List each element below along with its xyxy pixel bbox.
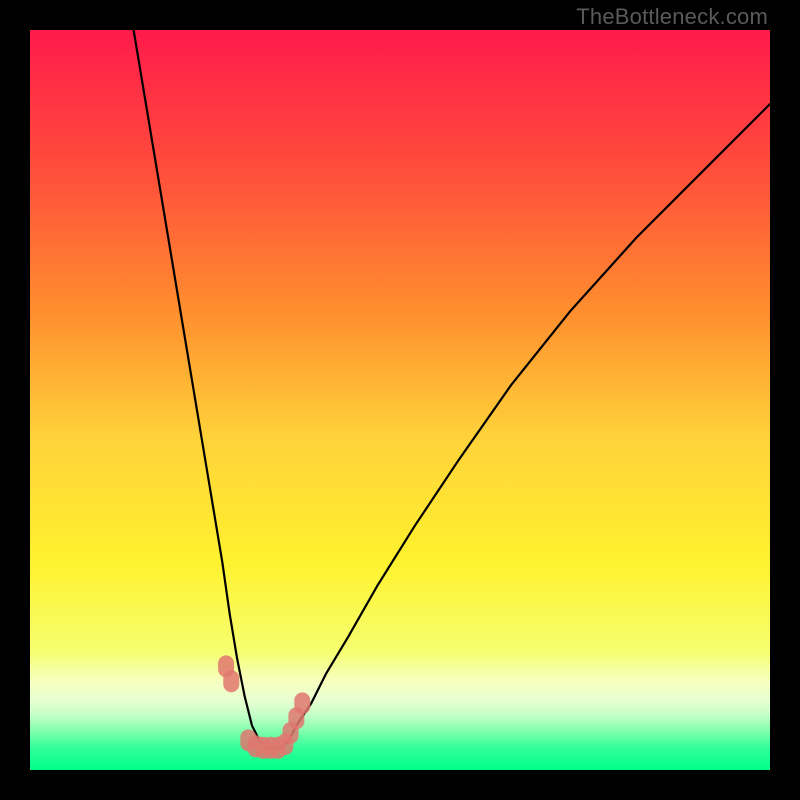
highlight-markers: [218, 655, 310, 758]
plot-area: [30, 30, 770, 770]
watermark-text: TheBottleneck.com: [576, 4, 768, 30]
highlight-marker: [223, 670, 239, 692]
curve-layer: [30, 30, 770, 770]
highlight-marker: [294, 692, 310, 714]
bottleneck-curve: [134, 30, 770, 748]
chart-frame: TheBottleneck.com: [0, 0, 800, 800]
